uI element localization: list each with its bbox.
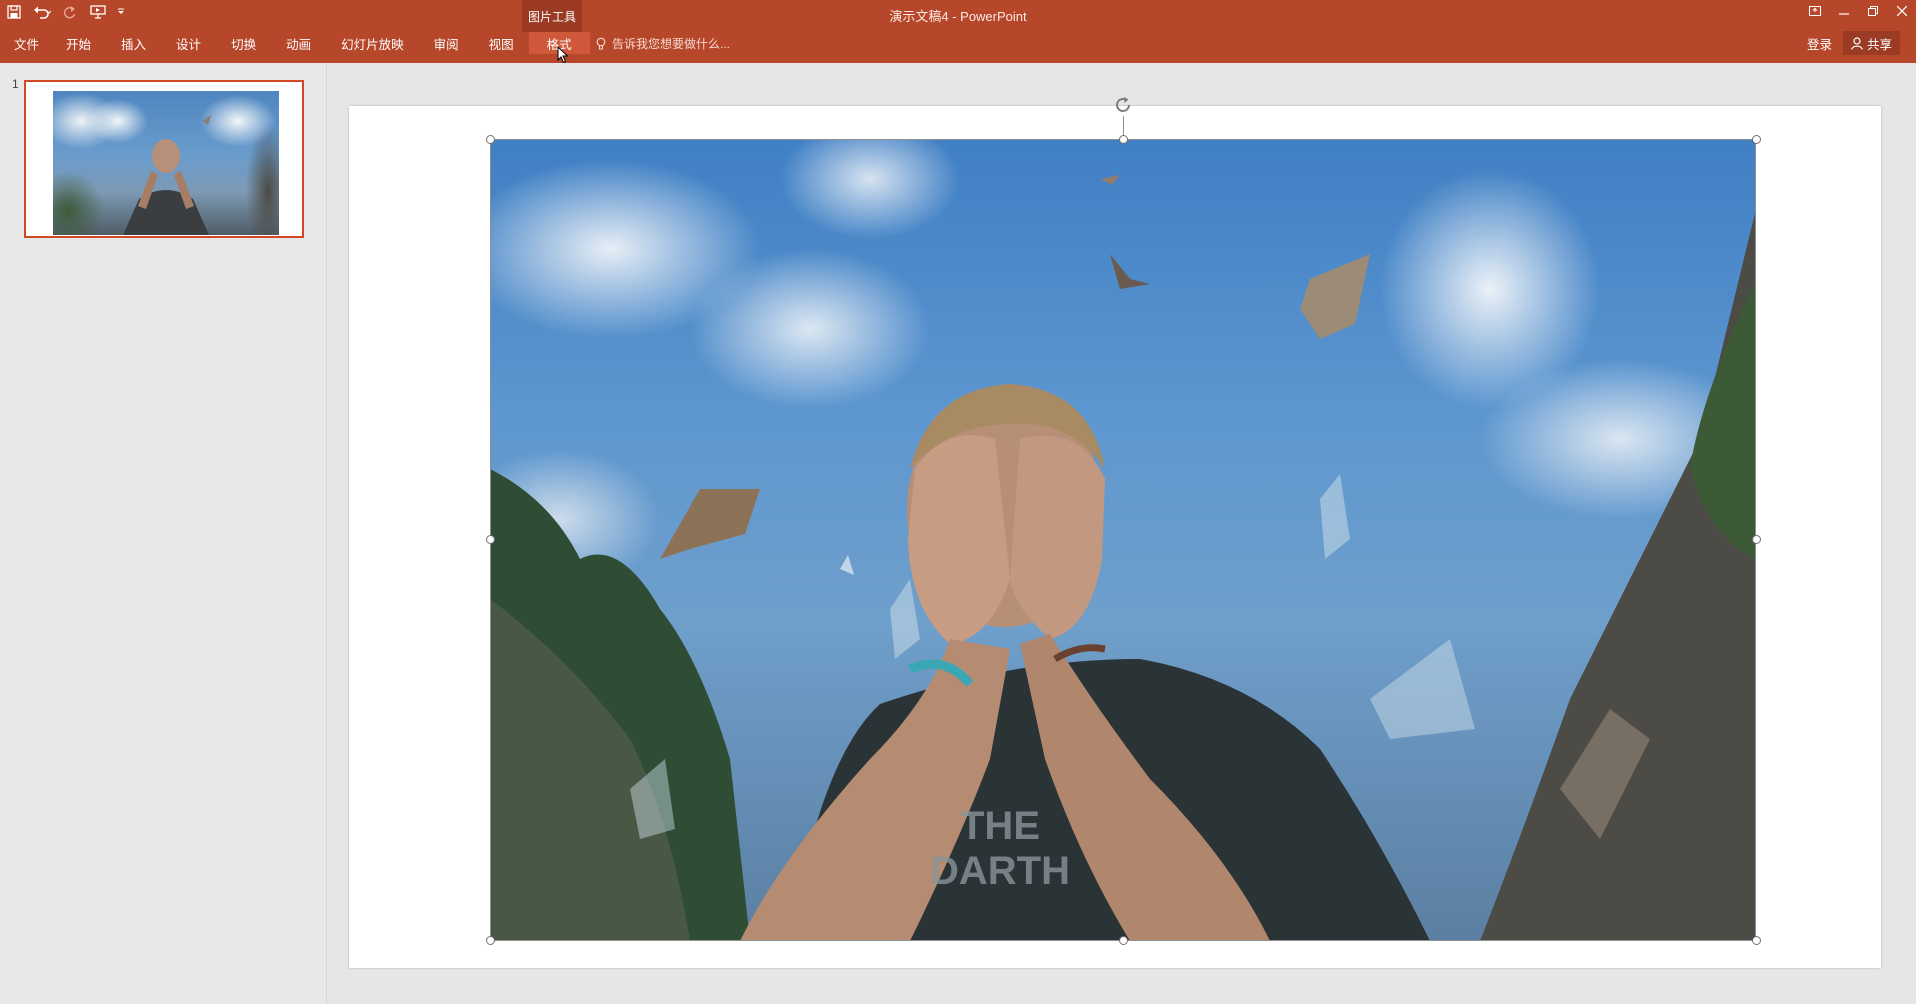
resize-handle-top[interactable] (1119, 135, 1128, 144)
tab-file[interactable]: 文件 (0, 32, 51, 54)
resize-handle-left[interactable] (486, 535, 495, 544)
sign-in-link[interactable]: 登录 (1807, 34, 1832, 53)
start-from-beginning-button[interactable] (84, 0, 112, 24)
tab-animations[interactable]: 动画 (271, 32, 326, 54)
mouse-cursor-icon (557, 46, 569, 64)
restore-button[interactable] (1858, 0, 1887, 22)
customize-qat-button[interactable] (112, 0, 130, 24)
title-bar: 演示文稿4 - PowerPoint 图片工具 文件 开始 插入 设计 切换 动… (0, 0, 1916, 64)
customize-qat-icon (118, 8, 124, 14)
close-icon (1896, 6, 1907, 16)
slide-picture[interactable]: THE DARTH (490, 139, 1756, 941)
minimize-icon (1838, 13, 1849, 15)
resize-handle-top-left[interactable] (486, 135, 495, 144)
resize-handle-bottom-right[interactable] (1752, 936, 1761, 945)
close-button[interactable] (1887, 0, 1916, 22)
window-title: 演示文稿4 - PowerPoint (889, 9, 1027, 24)
lightbulb-icon (596, 37, 606, 50)
redo-icon (63, 6, 76, 19)
person-icon (1851, 36, 1863, 50)
window-controls (1800, 0, 1916, 24)
tab-review[interactable]: 审阅 (419, 32, 474, 54)
minimize-button[interactable] (1829, 0, 1858, 22)
svg-text:DARTH: DARTH (930, 849, 1070, 893)
resize-handle-top-right[interactable] (1752, 135, 1761, 144)
restore-icon (1867, 6, 1878, 16)
resize-handle-right[interactable] (1752, 535, 1761, 544)
redo-button[interactable] (56, 0, 84, 24)
share-button[interactable]: 共享 (1842, 31, 1900, 55)
start-from-beginning-icon (90, 5, 106, 19)
undo-button[interactable] (28, 0, 56, 24)
ribbon-display-options-button[interactable] (1800, 0, 1829, 22)
picture-tools-context-label: 图片工具 (522, 0, 582, 32)
undo-icon (34, 6, 51, 19)
ribbon-tabs: 文件 开始 插入 设计 切换 动画 幻灯片放映 审阅 视图 格式 (0, 32, 590, 54)
tab-insert[interactable]: 插入 (106, 32, 161, 54)
tell-me-placeholder: 告诉我您想要做什么... (612, 37, 731, 51)
tab-view[interactable]: 视图 (474, 32, 529, 54)
slide-thumbnail-pane: 1 (0, 63, 327, 1004)
save-icon (7, 5, 21, 19)
tab-design[interactable]: 设计 (161, 32, 216, 54)
tab-home[interactable]: 开始 (51, 32, 106, 54)
resize-handle-bottom[interactable] (1119, 936, 1128, 945)
quick-access-toolbar (0, 0, 130, 24)
rotate-icon[interactable] (1113, 95, 1133, 115)
svg-text:THE: THE (960, 804, 1040, 848)
save-button[interactable] (0, 0, 28, 24)
slide-thumbnail-1[interactable] (24, 80, 304, 238)
resize-handle-bottom-left[interactable] (486, 936, 495, 945)
ribbon-display-icon (1808, 6, 1821, 16)
share-label: 共享 (1866, 37, 1892, 52)
thumbnail-picture (53, 91, 279, 235)
tab-transitions[interactable]: 切换 (216, 32, 271, 54)
slide-number: 1 (12, 77, 19, 91)
tab-slide-show[interactable]: 幻灯片放映 (326, 32, 419, 54)
tell-me-box[interactable]: 告诉我您想要做什么... (596, 35, 730, 52)
